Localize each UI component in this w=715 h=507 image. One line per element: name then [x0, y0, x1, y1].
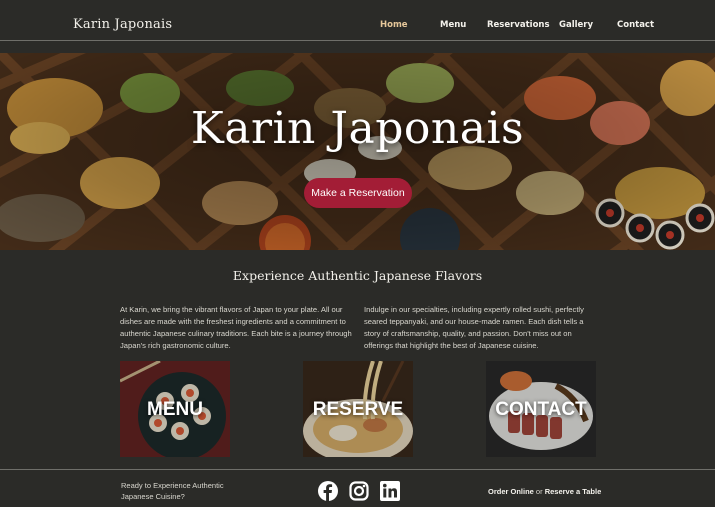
site-footer: Ready to Experience Authentic Japanese C…: [0, 469, 715, 507]
nav-gallery[interactable]: Gallery: [559, 20, 593, 30]
footer-or-text: or: [533, 487, 545, 496]
reserve-card[interactable]: RESERVE: [303, 361, 413, 457]
nav-reservations[interactable]: Reservations: [487, 20, 550, 30]
site-header: Karin Japonais Home Menu Reservations Ga…: [0, 0, 715, 41]
instagram-icon[interactable]: [349, 481, 369, 501]
menu-card[interactable]: MENU: [120, 361, 230, 457]
intro-paragraph-left: At Karin, we bring the vibrant flavors o…: [120, 305, 352, 350]
linkedin-icon[interactable]: [380, 481, 400, 501]
reserve-table-link[interactable]: Reserve a Table: [545, 487, 602, 496]
footer-cta-text: Ready to Experience Authentic Japanese C…: [121, 481, 224, 501]
nav-home[interactable]: Home: [380, 20, 408, 30]
order-online-link[interactable]: Order Online: [488, 487, 534, 496]
reserve-card-label: RESERVE: [312, 399, 404, 420]
footer-links: Order Online or Reserve a Table: [488, 487, 601, 496]
intro-heading: Experience Authentic Japanese Flavors: [232, 268, 483, 283]
menu-card-label: MENU: [147, 399, 203, 420]
contact-card[interactable]: CONTACT: [486, 361, 596, 457]
main-nav: Home Menu Reservations Gallery Contact: [0, 20, 715, 34]
intro-paragraph-right: Indulge in our specialties, including ex…: [364, 305, 584, 350]
nav-menu[interactable]: Menu: [440, 20, 466, 30]
hero-banner: Karin Japonais: [0, 53, 715, 250]
contact-card-label: CONTACT: [495, 399, 587, 420]
make-reservation-button[interactable]: Make a Reservation: [304, 178, 412, 208]
hero-title: Karin Japonais: [190, 103, 525, 154]
facebook-icon[interactable]: [318, 481, 338, 501]
nav-contact[interactable]: Contact: [617, 20, 654, 30]
